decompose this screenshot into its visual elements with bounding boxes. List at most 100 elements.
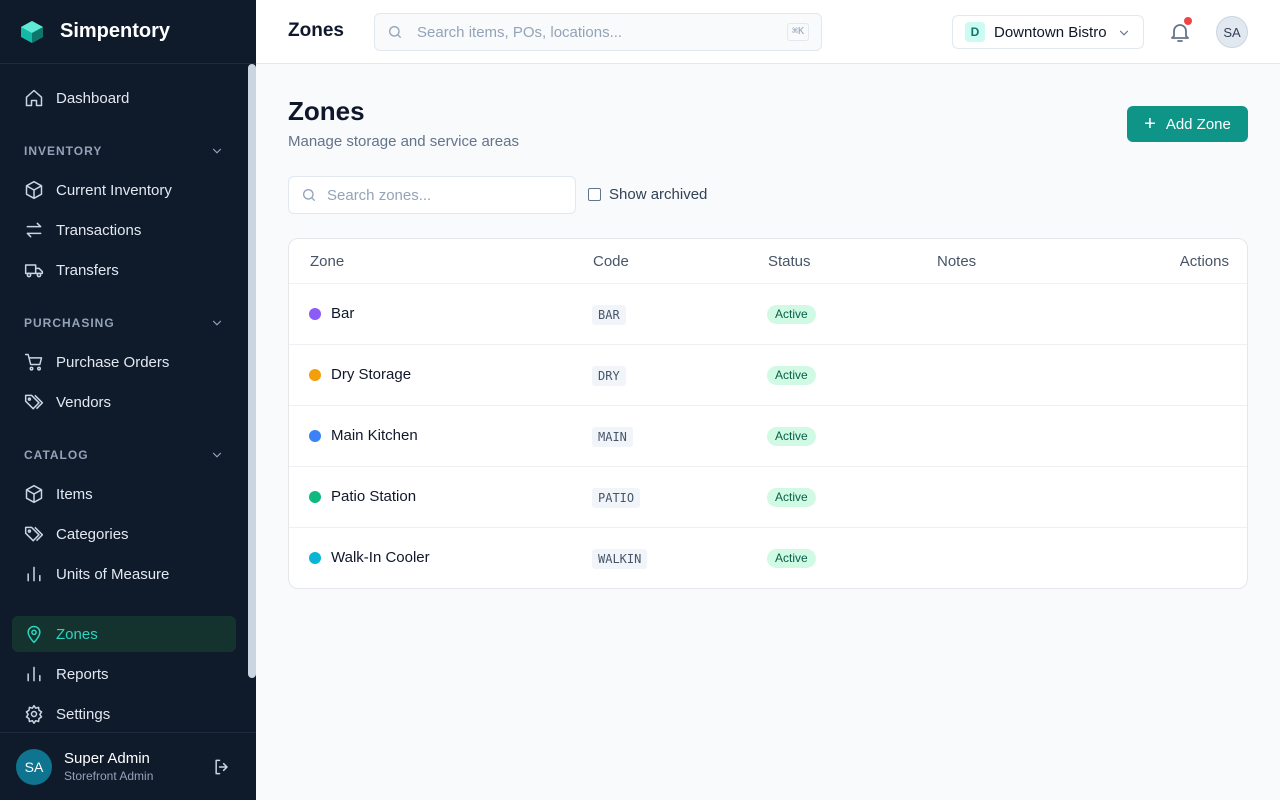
table-header: Zone Code Status Notes Actions: [289, 239, 1247, 284]
zone-color-dot: [309, 491, 321, 503]
home-icon: [25, 89, 43, 107]
sidebar-item-transactions[interactable]: Transactions: [12, 212, 236, 248]
plus-icon: +: [1144, 113, 1156, 135]
sidebar: Simpentory Dashboard INVENTORY Current I…: [0, 0, 256, 800]
status-badge: Active: [767, 366, 816, 385]
arrows-swap-icon: [26, 222, 42, 238]
add-zone-button[interactable]: + Add Zone: [1127, 106, 1248, 142]
user-role: Storefront Admin: [64, 769, 154, 783]
status-badge: Active: [767, 427, 816, 446]
shortcut-badge: ⌘K: [786, 23, 809, 41]
table-row[interactable]: Dry Storage DRY Active: [289, 345, 1247, 406]
sidebar-item-vendors[interactable]: Vendors: [12, 384, 236, 420]
topbar-title: Zones: [288, 20, 344, 41]
search-icon: [389, 26, 401, 38]
search-icon: [303, 189, 315, 201]
logout-icon[interactable]: [212, 757, 232, 777]
table-row[interactable]: Patio Station PATIO Active: [289, 467, 1247, 528]
zone-name: Main Kitchen: [331, 427, 418, 444]
sidebar-item-label: Settings: [56, 705, 111, 723]
sidebar-item-reports[interactable]: Reports: [12, 656, 236, 692]
section-label: INVENTORY: [24, 144, 103, 158]
sidebar-item-label: Items: [56, 485, 93, 503]
zone-color-dot: [309, 552, 321, 564]
sidebar-item-units[interactable]: Units of Measure: [12, 556, 236, 592]
status-badge: Active: [767, 549, 816, 568]
box-icon: [25, 180, 43, 200]
zone-name: Bar: [331, 305, 355, 322]
table-row[interactable]: Main Kitchen MAIN Active: [289, 406, 1247, 467]
column-header-status[interactable]: Status: [768, 253, 811, 270]
sidebar-item-categories[interactable]: Categories: [12, 516, 236, 552]
sidebar-item-label: Dashboard: [56, 89, 130, 107]
notification-dot: [1184, 17, 1192, 25]
zone-code: PATIO: [592, 488, 641, 508]
cube-logo-icon: [21, 20, 43, 43]
map-pin-icon: [27, 625, 41, 644]
global-search-input[interactable]: Search items, POs, locations... ⌘K: [374, 13, 822, 51]
table-row[interactable]: Bar BAR Active: [289, 284, 1247, 345]
chevron-down-icon: [212, 452, 222, 458]
zone-code: WALKIN: [592, 549, 648, 569]
zone-name: Dry Storage: [331, 366, 412, 383]
scrollbar-thumb[interactable]: [248, 64, 256, 678]
zones-table: Zone Code Status Notes Actions Bar BAR A…: [288, 238, 1248, 589]
column-header-code[interactable]: Code: [593, 253, 629, 270]
sidebar-item-label: Zones: [56, 625, 98, 643]
status-badge: Active: [767, 488, 816, 507]
zone-color-dot: [309, 369, 321, 381]
sidebar-item-label: Reports: [56, 665, 109, 683]
section-catalog[interactable]: CATALOG: [24, 445, 224, 465]
location-switcher[interactable]: D Downtown Bistro: [952, 15, 1144, 49]
zone-search-input[interactable]: Search zones...: [288, 176, 576, 214]
location-name: Downtown Bistro: [994, 23, 1107, 41]
chevron-down-icon: [1119, 30, 1129, 36]
topbar: Zones Search items, POs, locations... ⌘K…: [256, 0, 1280, 64]
search-placeholder: Search items, POs, locations...: [417, 23, 623, 41]
sidebar-item-label: Purchase Orders: [56, 353, 170, 371]
zone-name: Walk-In Cooler: [331, 549, 430, 566]
sidebar-item-label: Transfers: [56, 261, 119, 279]
chevron-down-icon: [212, 320, 222, 326]
cart-icon: [24, 353, 43, 371]
sidebar-item-current-inventory[interactable]: Current Inventory: [12, 172, 236, 208]
zone-color-dot: [309, 430, 321, 442]
show-archived-toggle[interactable]: Show archived: [588, 186, 707, 203]
sidebar-item-items[interactable]: Items: [12, 476, 236, 512]
table-row[interactable]: Walk-In Cooler WALKIN Active: [289, 528, 1247, 588]
brand-name: Simpentory: [60, 20, 171, 42]
sidebar-item-label: Categories: [56, 525, 129, 543]
user-profile[interactable]: SA Super Admin Storefront Admin: [0, 732, 256, 800]
column-header-zone[interactable]: Zone: [310, 253, 344, 270]
sidebar-item-settings[interactable]: Settings: [12, 696, 236, 732]
sidebar-item-dashboard[interactable]: Dashboard: [12, 80, 236, 116]
sidebar-item-purchase-orders[interactable]: Purchase Orders: [12, 344, 236, 380]
section-inventory[interactable]: INVENTORY: [24, 141, 224, 161]
search-placeholder: Search zones...: [327, 186, 432, 204]
bar-chart-icon: [27, 566, 41, 582]
sidebar-item-zones[interactable]: Zones: [12, 616, 236, 652]
brand[interactable]: Simpentory: [0, 0, 256, 64]
notifications-button[interactable]: [1168, 17, 1192, 44]
show-archived-checkbox[interactable]: [588, 188, 601, 201]
chevron-down-icon: [212, 148, 222, 154]
sidebar-item-label: Current Inventory: [56, 181, 172, 199]
sidebar-item-label: Vendors: [56, 393, 112, 411]
zone-color-dot: [309, 308, 321, 320]
zone-name: Patio Station: [331, 488, 417, 505]
gear-icon: [25, 704, 43, 724]
sidebar-item-label: Units of Measure: [56, 565, 170, 583]
show-archived-label: Show archived: [609, 186, 708, 203]
column-header-notes: Notes: [937, 253, 977, 270]
avatar[interactable]: SA: [1216, 16, 1248, 48]
section-purchasing[interactable]: PURCHASING: [24, 313, 224, 333]
section-label: CATALOG: [24, 448, 89, 462]
sidebar-scrollbar[interactable]: [248, 64, 256, 732]
sidebar-item-transfers[interactable]: Transfers: [12, 252, 236, 288]
section-label: PURCHASING: [24, 316, 115, 330]
page-title: Zones: [288, 96, 365, 126]
page-subtitle: Manage storage and service areas: [288, 133, 519, 150]
zone-code: MAIN: [592, 427, 633, 447]
tags-icon: [24, 526, 44, 542]
zone-code: BAR: [592, 305, 626, 325]
